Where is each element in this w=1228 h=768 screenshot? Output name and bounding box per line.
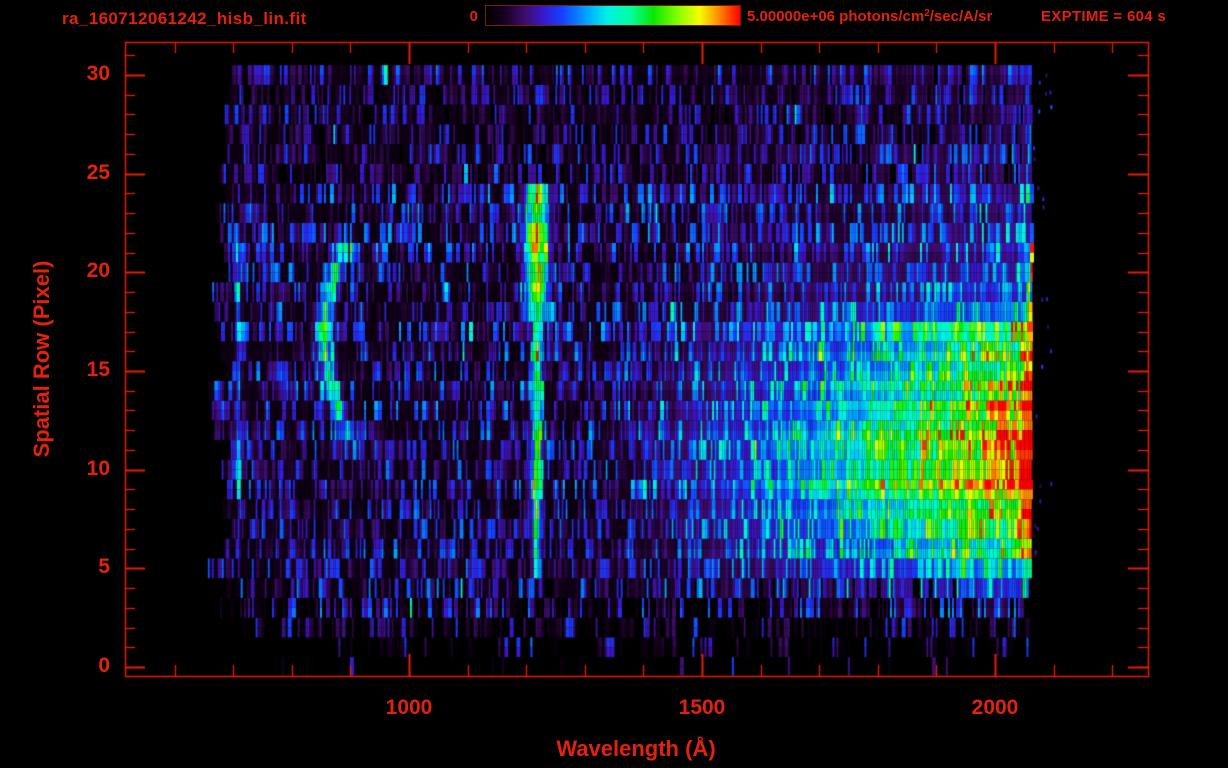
spectral-image-display: ra_160712061242_hisb_lin.fit 0 5.00000e+… [0, 0, 1228, 768]
spectrogram-plot-canvas [0, 0, 1228, 768]
